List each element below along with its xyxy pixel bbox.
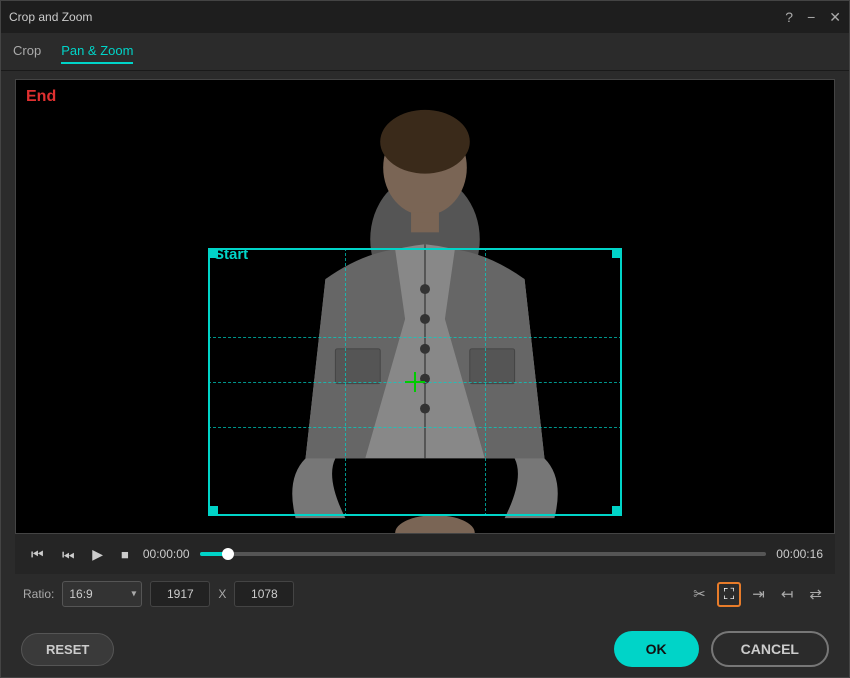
crop-guideline-v2 (485, 248, 486, 516)
progress-bar[interactable] (200, 552, 767, 556)
footer: RESET OK CANCEL (1, 621, 849, 677)
crosshair-icon (405, 372, 425, 392)
crop-guideline-v1 (345, 248, 346, 516)
start-label: Start (214, 246, 248, 263)
skip-back-button[interactable]: ⏮ (27, 545, 48, 563)
progress-thumb[interactable] (222, 548, 234, 560)
ratio-label: Ratio: (23, 587, 54, 601)
time-current: 00:00:00 (143, 547, 190, 561)
reset-button[interactable]: RESET (21, 633, 114, 666)
ok-button[interactable]: OK (614, 631, 699, 667)
corner-handle-tl[interactable] (208, 248, 218, 258)
close-button[interactable]: ✕ (829, 10, 841, 24)
minimize-button[interactable]: − (807, 10, 815, 24)
ratio-select[interactable]: 16:9 4:3 1:1 9:16 Custom (62, 581, 142, 607)
dimension-toolbar: Ratio: 16:9 4:3 1:1 9:16 Custom X ✂ ⛶ ⇥ … (15, 574, 835, 614)
crop-scissors-button[interactable]: ✂ (688, 584, 711, 605)
title-bar-left: Crop and Zoom (9, 10, 92, 24)
tab-bar: Crop Pan & Zoom (1, 33, 849, 71)
fullscreen-button[interactable]: ⛶ (717, 582, 742, 607)
fit-left-button[interactable]: ↤ (776, 584, 799, 605)
playback-controls: ⏮ ⏭ ▶ ■ 00:00:00 00:00:16 (15, 534, 835, 574)
app-title: Crop and Zoom (9, 10, 92, 24)
end-label: End (26, 88, 56, 106)
help-button[interactable]: ? (785, 10, 793, 24)
corner-handle-tr[interactable] (612, 248, 622, 258)
corner-handle-br[interactable] (612, 506, 622, 516)
title-bar: Crop and Zoom ? − ✕ (1, 1, 849, 33)
footer-right: OK CANCEL (614, 631, 829, 667)
stop-button[interactable]: ■ (117, 546, 133, 563)
main-window: Crop and Zoom ? − ✕ Crop Pan & Zoom (0, 0, 850, 678)
play-button[interactable]: ▶ (88, 545, 107, 563)
corner-handle-bl[interactable] (208, 506, 218, 516)
main-content: End Start ⏮ ⏭ ▶ (1, 71, 849, 621)
swap-button[interactable]: ⇄ (804, 584, 827, 605)
x-separator: X (218, 587, 226, 601)
ratio-select-wrapper: 16:9 4:3 1:1 9:16 Custom (62, 581, 142, 607)
cancel-button[interactable]: CANCEL (711, 631, 829, 667)
video-preview: End Start (15, 79, 835, 534)
fit-right-button[interactable]: ⇥ (747, 584, 770, 605)
width-input[interactable] (150, 581, 210, 607)
crop-guideline-h1 (208, 337, 622, 338)
crop-box[interactable]: Start (208, 248, 622, 516)
crop-guideline-h3 (208, 427, 622, 428)
tab-crop[interactable]: Crop (13, 39, 41, 64)
title-bar-right: ? − ✕ (785, 10, 841, 24)
step-back-button[interactable]: ⏭ (58, 545, 79, 563)
time-end: 00:00:16 (776, 547, 823, 561)
icon-group: ✂ ⛶ ⇥ ↤ ⇄ (688, 582, 827, 607)
tab-pan-zoom[interactable]: Pan & Zoom (61, 39, 133, 64)
height-input[interactable] (234, 581, 294, 607)
